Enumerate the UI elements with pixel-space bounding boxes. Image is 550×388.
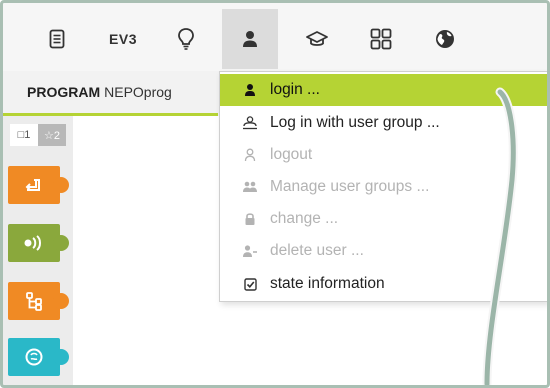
menu-item-label: Manage user groups ... xyxy=(270,178,430,195)
tab-program[interactable]: PROGRAM NEPOprog xyxy=(3,71,218,116)
program-menu-button[interactable] xyxy=(29,9,85,69)
help-menu-button[interactable] xyxy=(158,9,214,69)
gallery-menu-button[interactable] xyxy=(353,9,409,69)
user-menu-button[interactable] xyxy=(222,9,278,69)
menu-item-logout[interactable]: logout xyxy=(220,139,547,171)
palette-level-tabs: □1 ☆2 xyxy=(10,124,66,146)
program-name: NEPOprog xyxy=(104,84,172,100)
user-icon xyxy=(242,82,258,98)
menu-item-state-information[interactable]: state information xyxy=(220,268,547,300)
menu-item-label: change ... xyxy=(270,210,339,227)
menu-item-label: Log in with user group ... xyxy=(270,114,440,131)
menu-item-label: login ... xyxy=(270,81,320,98)
sensor-block[interactable] xyxy=(8,224,69,262)
manage-groups-icon xyxy=(242,179,258,195)
logout-icon xyxy=(242,147,258,163)
menu-item-login-user-group[interactable]: Log in with user group ... xyxy=(220,107,547,139)
language-menu-button[interactable] xyxy=(417,9,473,69)
brain-icon xyxy=(25,348,43,366)
block-palette: □1 ☆2 xyxy=(3,116,73,385)
menu-item-delete-user[interactable]: delete user ... xyxy=(220,235,547,267)
sensor-icon xyxy=(24,235,41,251)
lightbulb-icon xyxy=(178,28,194,50)
checkbox-icon xyxy=(242,276,258,292)
program-icon xyxy=(49,29,65,49)
menu-item-change[interactable]: change ... xyxy=(220,203,547,235)
menu-item-manage-user-groups[interactable]: Manage user groups ... xyxy=(220,171,547,203)
lock-icon xyxy=(242,211,258,227)
user-icon xyxy=(243,31,257,47)
robot-label: EV3 xyxy=(109,31,137,47)
menu-item-label: state information xyxy=(270,275,385,292)
menu-item-login[interactable]: login ... xyxy=(220,74,547,106)
palette-tab-expert[interactable]: ☆2 xyxy=(38,124,66,146)
action-block[interactable] xyxy=(8,166,69,204)
robot-menu-button[interactable]: EV3 xyxy=(95,9,151,69)
menu-item-label: delete user ... xyxy=(270,242,364,259)
education-menu-button[interactable] xyxy=(289,9,345,69)
program-tab-label: PROGRAM xyxy=(27,84,101,100)
control-flow-icon xyxy=(26,292,42,311)
action-icon xyxy=(25,179,40,191)
control-block[interactable] xyxy=(8,282,69,320)
logic-block[interactable] xyxy=(8,338,69,376)
user-group-icon xyxy=(242,115,258,131)
delete-user-icon xyxy=(242,243,258,259)
graduation-cap-icon xyxy=(306,31,328,46)
menu-item-label: logout xyxy=(270,146,313,163)
gallery-grid-icon xyxy=(370,28,392,50)
globe-icon xyxy=(436,30,454,48)
main-toolbar: EV3 xyxy=(3,3,547,71)
palette-tab-beginner[interactable]: □1 xyxy=(10,124,38,146)
user-dropdown-menu: login ... Log in with user group ... log… xyxy=(219,71,548,302)
